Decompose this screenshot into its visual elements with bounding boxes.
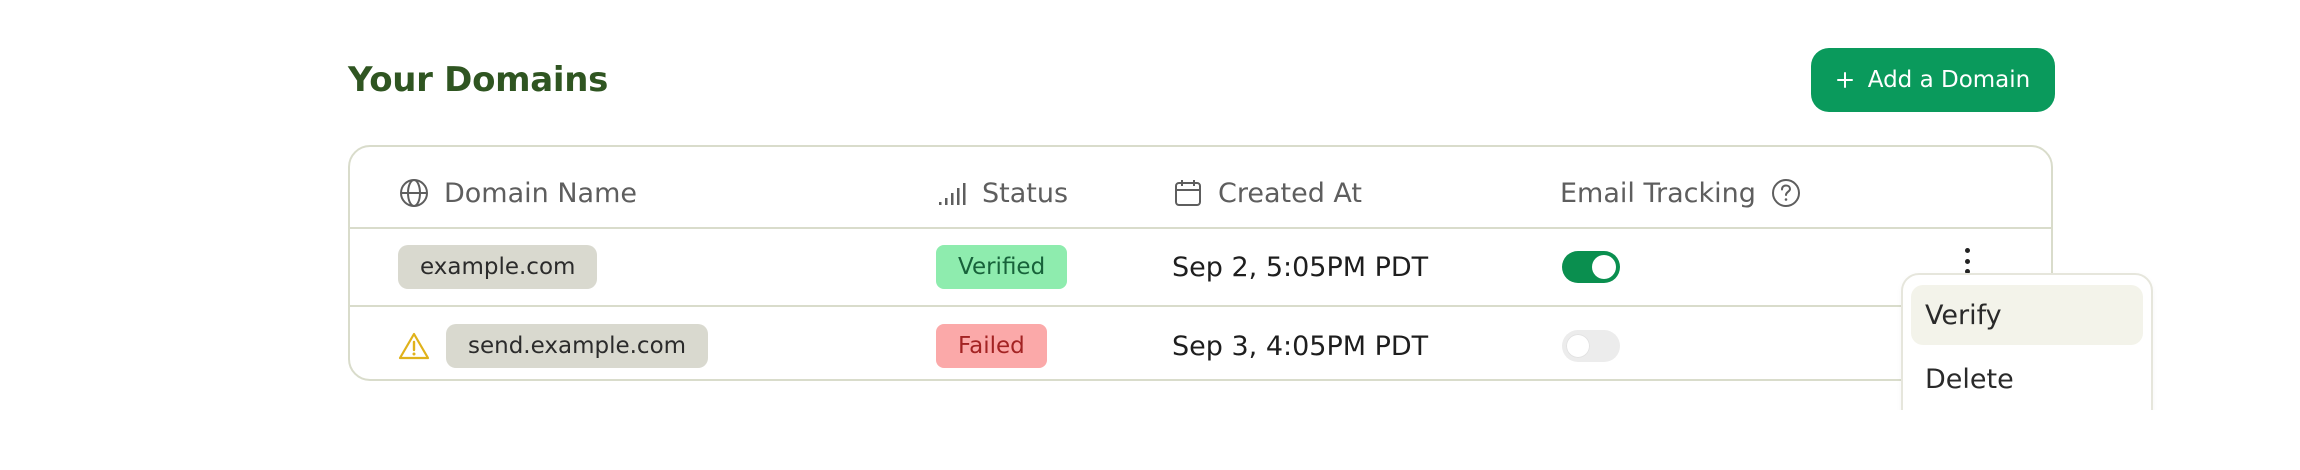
domain-chip[interactable]: example.com (398, 245, 598, 289)
page-title: Your Domains (348, 60, 609, 100)
status-badge: Failed (936, 324, 1047, 368)
column-header-status[interactable]: Status (936, 173, 1068, 213)
kebab-dot (1964, 248, 1970, 253)
globe-icon (398, 177, 430, 209)
header-divider (350, 227, 2051, 229)
column-label: Email Tracking (1560, 177, 1756, 209)
created-at-cell: Sep 3, 4:05PM PDT (1172, 323, 1428, 369)
toggle-knob (1592, 255, 1616, 279)
table-row-domain-cell[interactable]: example.com (398, 244, 598, 290)
calendar-icon (1172, 177, 1204, 209)
warning-icon (398, 331, 430, 361)
toggle-knob (1566, 334, 1590, 358)
table-row-domain-cell[interactable]: send.example.com (398, 323, 709, 369)
email-tracking-toggle[interactable] (1562, 330, 1620, 362)
column-label: Domain Name (444, 177, 638, 209)
menu-clip-mask (1896, 410, 2158, 470)
status-badge: Verified (936, 245, 1068, 289)
email-tracking-cell (1562, 330, 1620, 362)
help-circle-icon[interactable] (1770, 177, 1802, 209)
row-actions-menu: Verify Delete (1901, 273, 2153, 433)
domain-chip[interactable]: send.example.com (446, 324, 709, 368)
menu-item-delete[interactable]: Delete (1911, 349, 2143, 409)
email-tracking-toggle[interactable] (1562, 251, 1620, 283)
created-at-value: Sep 3, 4:05PM PDT (1172, 330, 1429, 362)
plus-icon (1836, 71, 1854, 89)
row-actions-kebab-icon[interactable] (1960, 248, 1974, 274)
kebab-dot (1964, 258, 1970, 264)
menu-item-verify[interactable]: Verify (1911, 285, 2143, 345)
status-cell: Failed (936, 323, 1047, 369)
add-domain-label: Add a Domain (1867, 67, 2031, 93)
column-header-created-at[interactable]: Created At (1172, 173, 1362, 213)
created-at-cell: Sep 2, 5:05PM PDT (1172, 244, 1428, 290)
status-cell: Verified (936, 244, 1068, 290)
row-divider (350, 305, 2051, 307)
column-label: Status (982, 177, 1069, 209)
domains-table: Domain Name Status Created At Email Trac… (348, 145, 2053, 381)
created-at-value: Sep 2, 5:05PM PDT (1172, 251, 1429, 283)
column-header-domain-name[interactable]: Domain Name (398, 173, 637, 213)
column-header-email-tracking[interactable]: Email Tracking (1560, 173, 1802, 213)
column-label: Created At (1218, 177, 1363, 209)
email-tracking-cell (1562, 251, 1620, 283)
domains-page: Your Domains Add a Domain Domain Name St… (0, 0, 2300, 470)
signal-bars-icon (936, 177, 968, 209)
add-domain-button[interactable]: Add a Domain (1811, 48, 2055, 112)
